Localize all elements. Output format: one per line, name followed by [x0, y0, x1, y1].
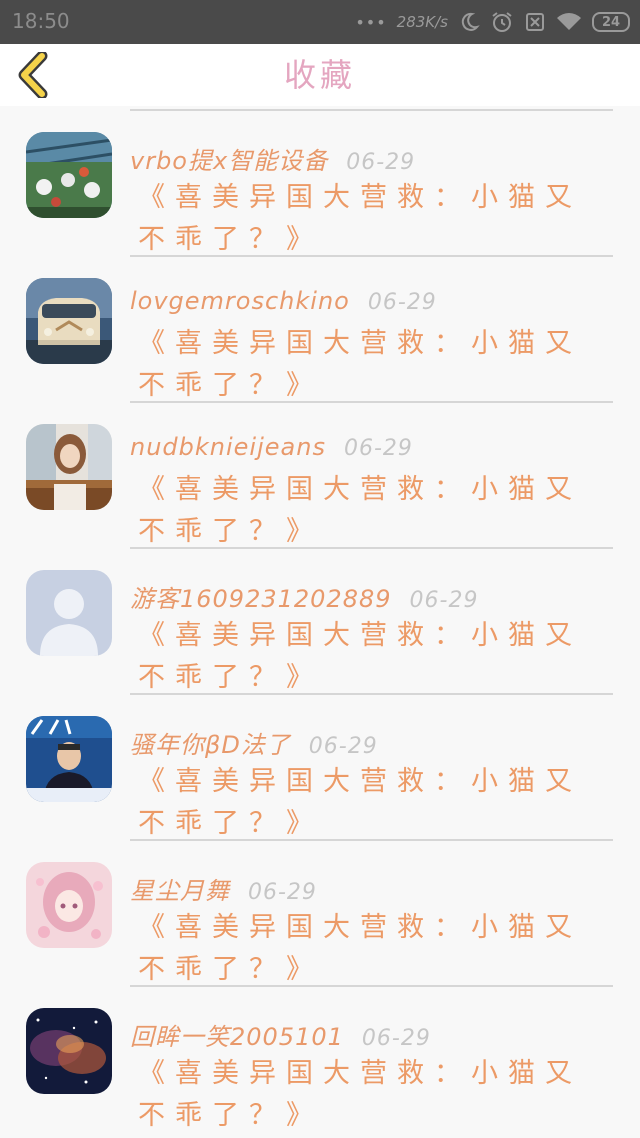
item-header: lovgemroschkino 06-29 — [130, 287, 620, 321]
username: lovgemroschkino — [130, 287, 350, 315]
username: nudbknieijeans — [130, 433, 326, 461]
item-message: 《喜美异国大营救：小猫又不乖了？》 — [138, 766, 582, 839]
item-header: 游客1609231202889 06-29 — [130, 579, 620, 613]
signal-dots: ••• — [355, 12, 387, 32]
page-title: 收藏 — [283, 56, 356, 94]
nebula-avatar — [26, 1008, 112, 1094]
item-date: 06-29 — [308, 734, 378, 759]
girl-avatar — [26, 424, 112, 510]
item-message: 《喜美异国大营救：小猫又不乖了？》 — [138, 328, 582, 401]
status-time: 18:50 — [12, 9, 70, 33]
item-date: 06-29 — [361, 1026, 431, 1051]
moon-icon — [458, 11, 480, 33]
network-speed: 283K/s — [396, 13, 448, 31]
van-avatar — [26, 278, 112, 364]
item-header: vrbo提x智能设备 06-29 — [130, 141, 620, 175]
favorite-item[interactable]: vrbo提x智能设备 06-29 《喜美异国大营救：小猫又不乖了？》 — [0, 111, 640, 257]
item-date: 06-29 — [367, 290, 437, 315]
item-message: 《喜美异国大营救：小猫又不乖了？》 — [138, 620, 582, 693]
username: 回眸一笑2005101 — [130, 1023, 344, 1051]
username: 星尘月舞 — [130, 877, 230, 905]
chevron-left-icon — [18, 50, 48, 100]
item-date: 06-29 — [343, 436, 413, 461]
default-avatar — [26, 570, 112, 656]
status-bar: 18:50 ••• 283K/s 24 — [0, 0, 640, 44]
item-date: 06-29 — [346, 150, 416, 175]
item-header: 星尘月舞 06-29 — [130, 871, 620, 905]
back-button[interactable] — [12, 50, 56, 100]
item-message: 《喜美异国大营救：小猫又不乖了？》 — [138, 182, 582, 255]
favorite-item[interactable]: 星尘月舞 06-29 《喜美异国大营救：小猫又不乖了？》 — [0, 841, 640, 987]
item-message: 《喜美异国大营救：小猫又不乖了？》 — [138, 912, 582, 985]
item-header: 回眸一笑2005101 06-29 — [130, 1017, 620, 1051]
news-avatar — [26, 716, 112, 802]
item-message: 《喜美异国大营救：小猫又不乖了？》 — [138, 1058, 582, 1131]
username: 骚年你βD法了 — [130, 731, 291, 759]
anime-avatar — [26, 862, 112, 948]
item-message: 《喜美异国大营救：小猫又不乖了？》 — [138, 474, 582, 547]
lanterns-avatar — [26, 132, 112, 218]
status-icons: ••• 283K/s 24 — [355, 9, 630, 35]
favorite-item[interactable]: 回眸一笑2005101 06-29 《喜美异国大营救：小猫又不乖了？》 — [0, 987, 640, 1133]
favorite-item[interactable]: nudbknieijeans 06-29 《喜美异国大营救：小猫又不乖了？》 — [0, 403, 640, 549]
alarm-icon — [490, 10, 514, 34]
favorite-item[interactable]: lovgemroschkino 06-29 《喜美异国大营救：小猫又不乖了？》 — [0, 257, 640, 403]
username: vrbo提x智能设备 — [130, 147, 329, 175]
item-header: 骚年你βD法了 06-29 — [130, 725, 620, 759]
no-sim-icon — [524, 11, 546, 33]
header-bar: 收藏 — [0, 44, 640, 106]
item-header: nudbknieijeans 06-29 — [130, 433, 620, 467]
wifi-icon — [556, 11, 582, 33]
item-date: 06-29 — [248, 880, 317, 905]
item-date: 06-29 — [409, 588, 479, 613]
favorite-item[interactable]: 游客1609231202889 06-29 《喜美异国大营救：小猫又不乖了？》 — [0, 549, 640, 695]
battery-indicator: 24 — [592, 12, 630, 32]
favorite-item[interactable]: 骚年你βD法了 06-29 《喜美异国大营救：小猫又不乖了？》 — [0, 695, 640, 841]
username: 游客1609231202889 — [130, 585, 392, 613]
